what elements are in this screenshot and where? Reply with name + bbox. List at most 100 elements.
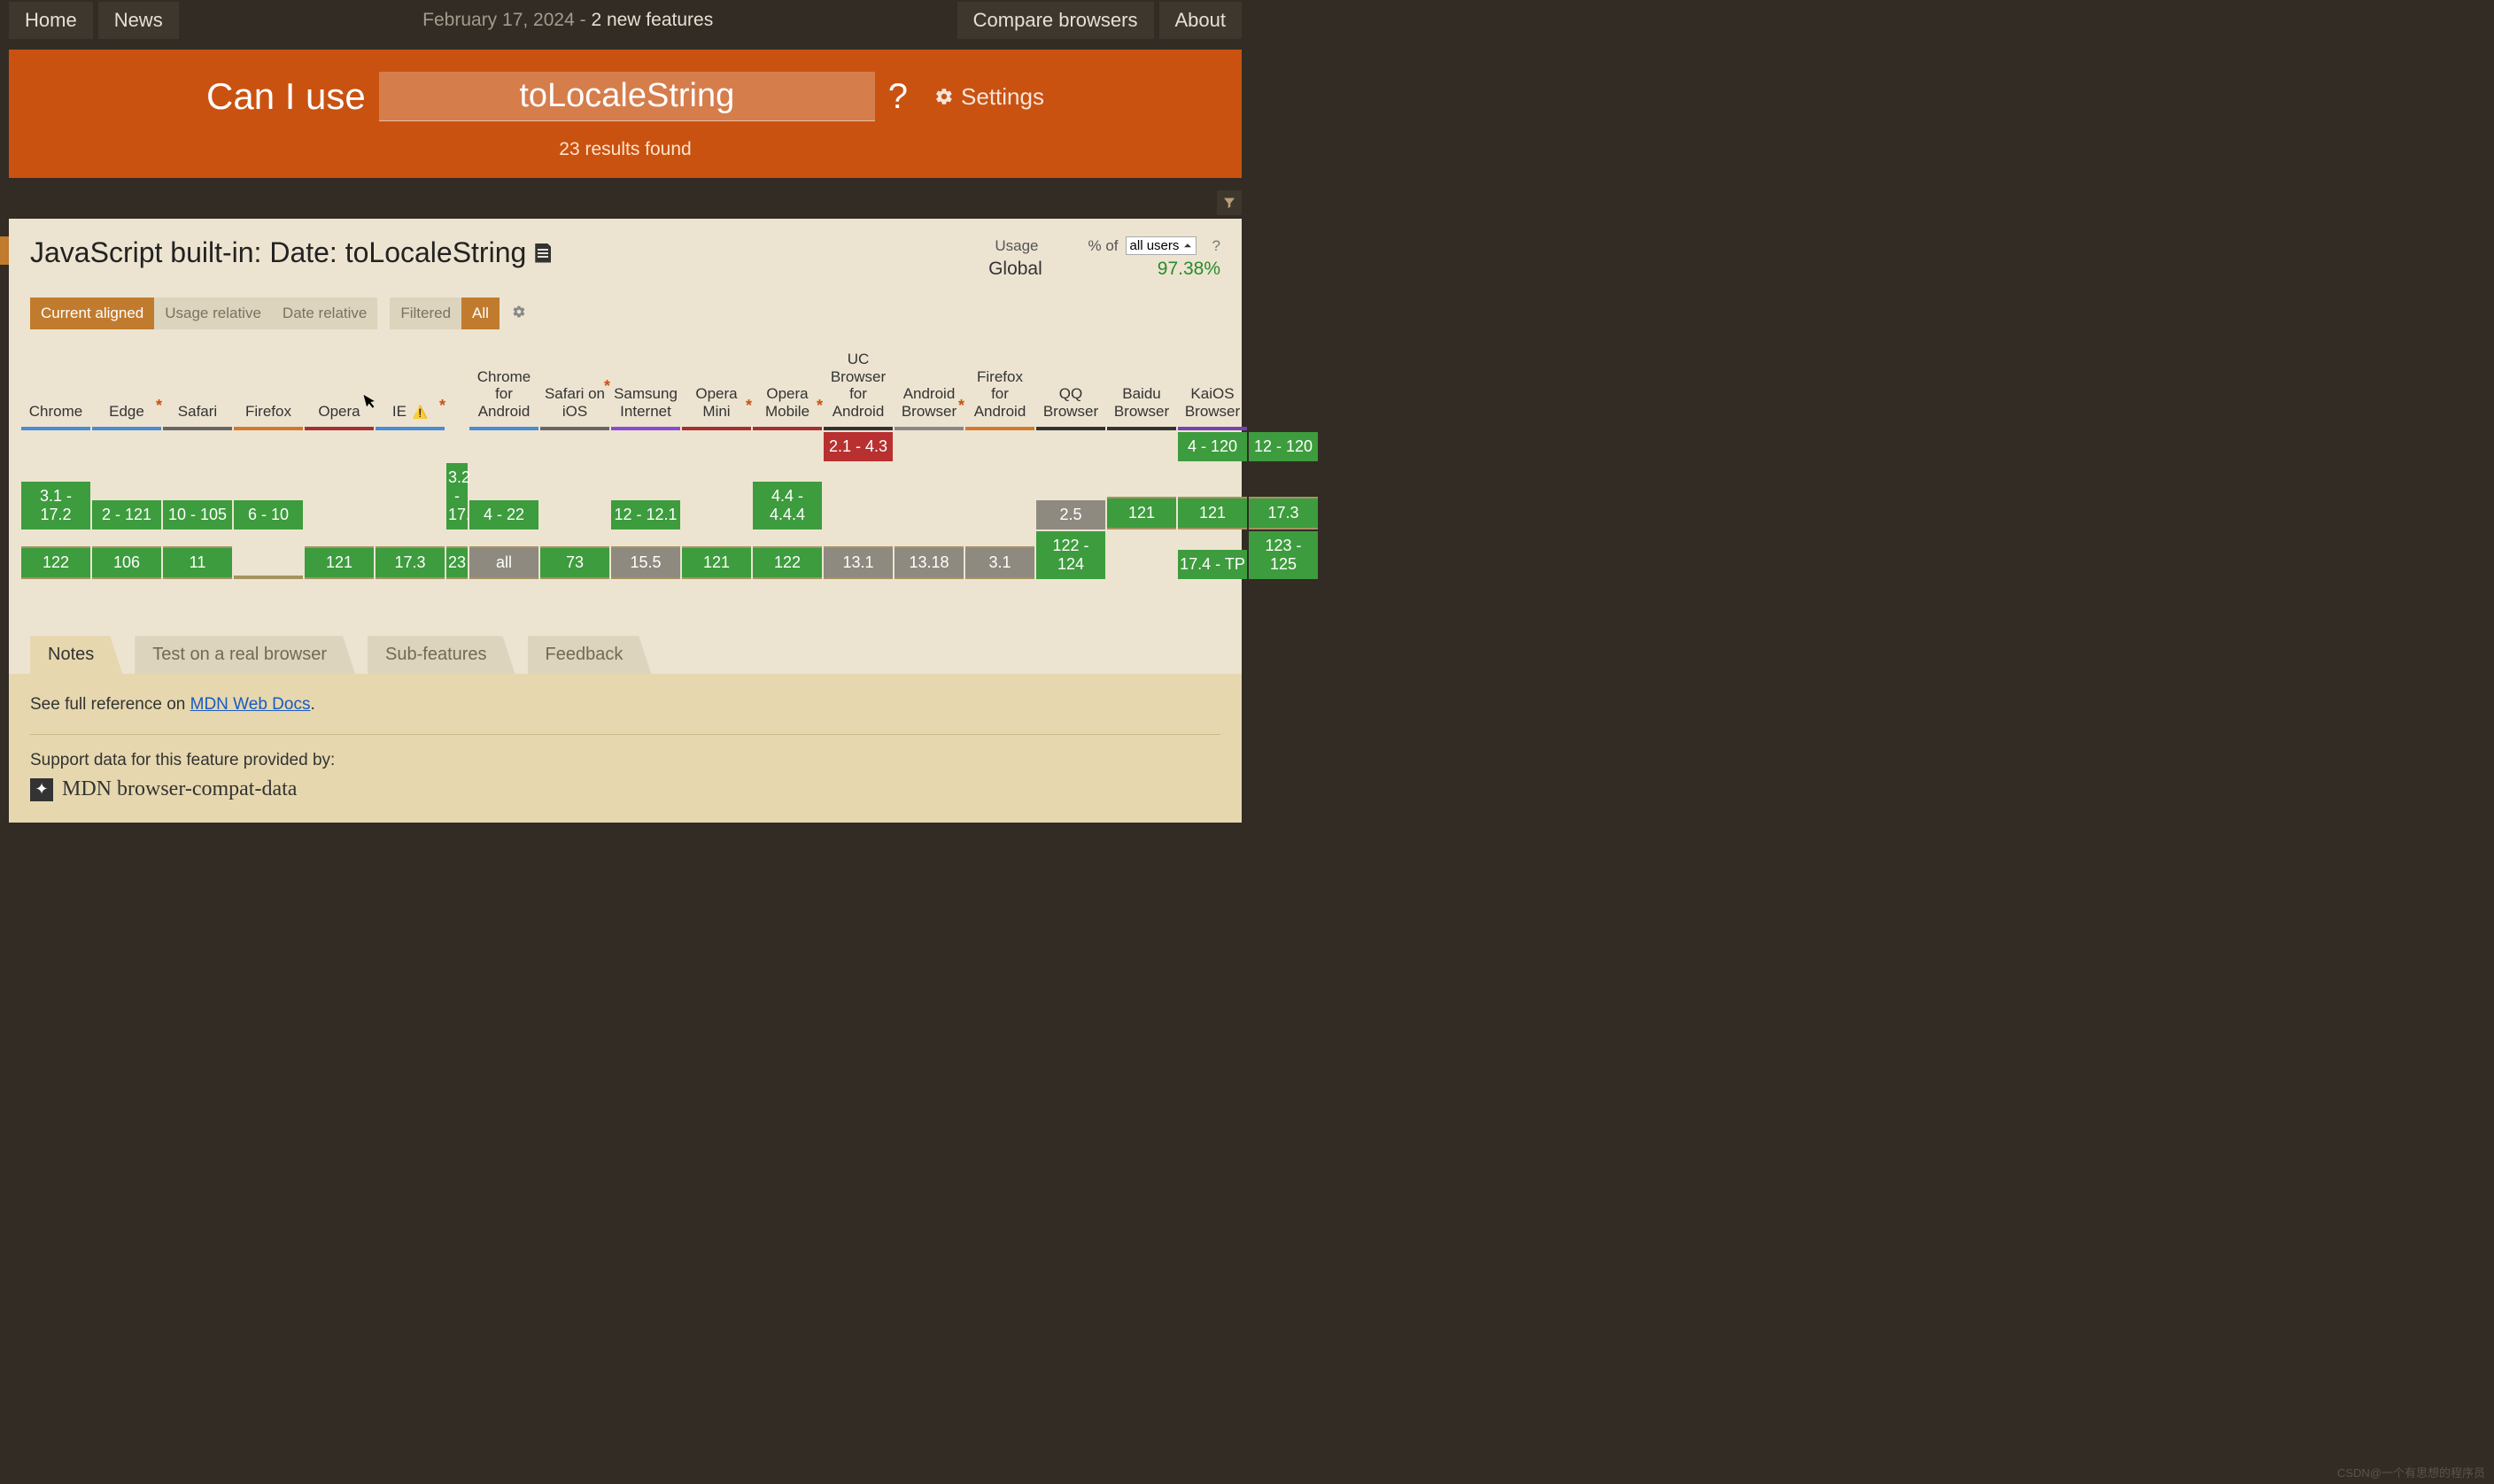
header-news-link[interactable]: 2 new features <box>591 10 713 30</box>
table-settings-button[interactable] <box>512 305 526 323</box>
version-cell[interactable]: all <box>469 546 538 579</box>
version-cell[interactable]: 121 <box>305 546 374 579</box>
global-pct: 97.38% <box>1158 259 1220 280</box>
version-cell[interactable]: 2 - 121 <box>92 500 161 529</box>
note-asterisk: * <box>156 397 162 415</box>
version-cell[interactable]: 17.3 <box>1249 497 1318 529</box>
version-cell[interactable]: 73 <box>540 546 609 579</box>
version-cell[interactable]: 121 <box>1178 497 1247 529</box>
browser-header[interactable]: Firefox <box>234 365 303 430</box>
usage-label: Usage <box>995 237 1038 255</box>
version-cell[interactable]: 6 - 10 <box>234 500 303 529</box>
version-cell[interactable]: 122 <box>753 546 822 579</box>
version-cell[interactable]: 121 <box>682 546 751 579</box>
version-cell[interactable]: 15.5 <box>611 546 680 579</box>
browser-header[interactable]: Firefox for Android <box>965 365 1034 431</box>
header-date: February 17, 2024 <box>422 10 575 30</box>
browser-header[interactable]: Android Browser* <box>895 365 964 430</box>
version-cell[interactable]: 3.1 - 17.2 <box>21 482 90 529</box>
browser-header[interactable]: Opera Mini* <box>682 365 751 430</box>
note-asterisk: * <box>604 377 610 396</box>
nav-news[interactable]: News <box>98 2 179 39</box>
version-cell[interactable]: 2.5 <box>1036 500 1105 529</box>
browser-header[interactable]: Safari on iOS* <box>540 365 609 430</box>
version-cell[interactable]: 11 <box>163 546 232 579</box>
notes-panel: See full reference on MDN Web Docs. Supp… <box>9 674 1242 823</box>
version-cell[interactable]: 123 - 125 <box>1249 531 1318 579</box>
browser-header[interactable]: Edge* <box>92 365 161 430</box>
provider-icon: ✦ <box>30 778 53 801</box>
global-label: Global <box>988 259 1042 280</box>
version-cell[interactable]: 106 <box>92 546 161 579</box>
notes-reference-text: See full reference on <box>30 695 190 714</box>
funnel-icon <box>1222 196 1236 210</box>
note-asterisk: * <box>958 397 964 415</box>
version-cell[interactable]: 4 - 22 <box>469 500 538 529</box>
version-cell[interactable]: 13.18 <box>895 546 964 579</box>
results-count: 23 results found <box>27 139 1224 160</box>
search-question-mark: ? <box>888 77 908 117</box>
browser-header[interactable]: QQ Browser <box>1036 365 1105 430</box>
version-cell[interactable]: 122 - 124 <box>1036 531 1105 579</box>
browser-header[interactable]: Baidu Browser <box>1107 365 1176 430</box>
browser-header[interactable]: Safari <box>163 365 232 430</box>
support-table: ChromeEdge*SafariFirefoxOperaIE ⚠️* Chrom… <box>21 347 1229 609</box>
version-cell[interactable]: 3.2 - 17.2 <box>446 463 468 529</box>
browser-header[interactable]: Opera Mobile* <box>753 365 822 430</box>
tab-subfeatures[interactable]: Sub-features <box>368 636 515 674</box>
version-cell[interactable]: 17.3 <box>376 546 445 579</box>
tab-notes[interactable]: Notes <box>30 636 122 674</box>
browser-header[interactable]: Opera <box>305 365 374 430</box>
feature-panel: JavaScript built-in: Date: toLocaleStrin… <box>9 219 1242 823</box>
nav-compare[interactable]: Compare browsers <box>957 2 1154 39</box>
watermark: CSDN@一个有思想的程序员 <box>2337 1464 2485 1480</box>
note-asterisk: * <box>817 397 823 415</box>
filter-filtered[interactable]: Filtered <box>390 298 461 329</box>
version-cell[interactable]: 121 <box>1107 497 1176 529</box>
filter-all[interactable]: All <box>461 298 500 329</box>
tab-test[interactable]: Test on a real browser <box>135 636 355 674</box>
version-cell[interactable]: 4.4 - 4.4.4 <box>753 482 822 529</box>
note-asterisk: * <box>746 397 752 415</box>
search-input[interactable] <box>379 72 875 121</box>
browser-header[interactable]: Chrome <box>21 365 90 430</box>
version-cell[interactable]: 13.1 <box>824 546 893 579</box>
pin-handle[interactable] <box>0 236 9 265</box>
version-cell[interactable]: 4 - 120 <box>1178 432 1247 461</box>
document-icon[interactable] <box>535 243 551 263</box>
gear-icon <box>512 305 526 319</box>
version-cell[interactable]: 2.1 - 4.3 <box>824 432 893 461</box>
nav-home[interactable]: Home <box>9 2 93 39</box>
pct-of-label: % of <box>1088 237 1119 255</box>
version-cell[interactable]: 3.1 <box>965 546 1034 579</box>
version-cell[interactable]: 122 <box>21 546 90 579</box>
browser-header[interactable]: KaiOS Browser <box>1178 365 1247 430</box>
header-news-banner: February 17, 2024 - 2 new features <box>179 10 957 31</box>
browser-header[interactable]: Chrome for Android <box>469 365 538 431</box>
browser-header[interactable]: IE ⚠️* <box>376 365 445 430</box>
search-label: Can I use <box>206 75 366 118</box>
version-cell[interactable]: 23 <box>446 546 468 579</box>
nav-about[interactable]: About <box>1159 2 1243 39</box>
feature-title: JavaScript built-in: Date: toLocaleStrin… <box>30 236 551 269</box>
tab-feedback[interactable]: Feedback <box>528 636 652 674</box>
note-asterisk: * <box>439 397 445 415</box>
settings-button[interactable]: Settings <box>934 83 1044 111</box>
version-cell[interactable]: 10 - 105 <box>163 500 232 529</box>
usage-scope-select[interactable]: all users <box>1126 236 1197 255</box>
version-cell[interactable]: 17.4 - TP <box>1178 550 1247 579</box>
version-cell[interactable]: 12 - 120 <box>1249 432 1318 461</box>
view-usage-relative[interactable]: Usage relative <box>154 298 272 329</box>
mdn-link[interactable]: MDN Web Docs <box>190 695 311 714</box>
view-current-aligned[interactable]: Current aligned <box>30 298 154 329</box>
filter-toggle-button[interactable] <box>1217 190 1242 215</box>
provided-by-label: Support data for this feature provided b… <box>30 751 1220 770</box>
version-cell[interactable]: 12 - 12.1 <box>611 500 680 529</box>
gear-icon <box>934 87 954 106</box>
view-date-relative[interactable]: Date relative <box>272 298 377 329</box>
browser-header[interactable]: Samsung Internet <box>611 365 680 430</box>
usage-help-button[interactable]: ? <box>1212 237 1220 255</box>
search-hero: Can I use ? Settings 23 results found <box>9 50 1242 178</box>
data-provider[interactable]: ✦ MDN browser-compat-data <box>30 777 1220 801</box>
browser-header[interactable]: UC Browser for Android <box>824 347 893 430</box>
